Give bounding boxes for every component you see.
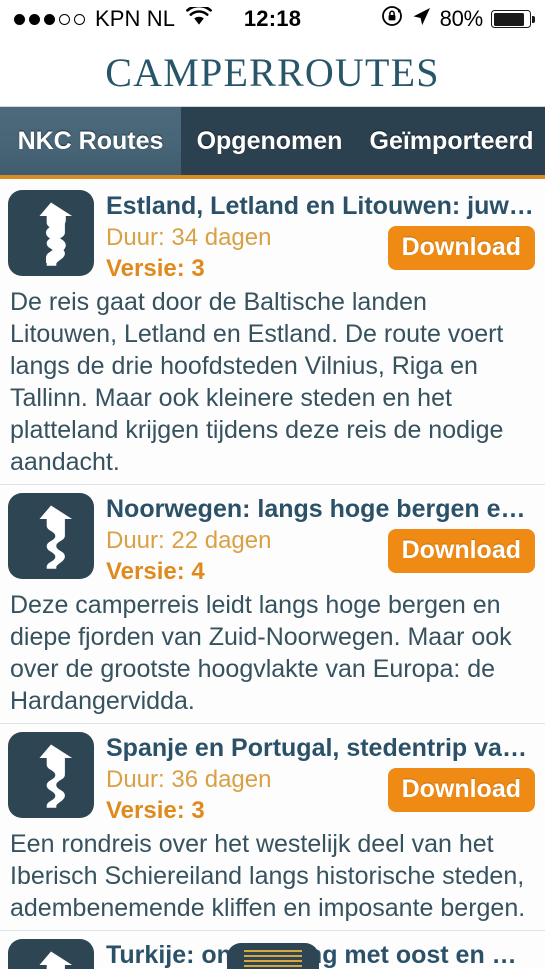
- list-item[interactable]: Noorwegen: langs hoge bergen en… Duur: 2…: [0, 485, 545, 724]
- page-title: CAMPERROUTES: [105, 49, 440, 95]
- battery-icon: [491, 10, 535, 28]
- drawer-handle-icon[interactable]: [226, 943, 319, 969]
- route-info: Turkije: ontmoeting met oost en west Duu…: [106, 939, 537, 969]
- battery-percent-label: 80%: [439, 6, 484, 31]
- download-button[interactable]: Download: [387, 529, 535, 573]
- route-title: Spanje en Portugal, stedentrip van…: [106, 734, 537, 762]
- route-info: Noorwegen: langs hoge bergen en… Duur: 2…: [106, 493, 537, 587]
- route-header: Noorwegen: langs hoge bergen en… Duur: 2…: [8, 493, 537, 587]
- app-header: CAMPERROUTES: [0, 38, 545, 107]
- wifi-icon: [186, 4, 212, 32]
- carrier-label: KPN NL: [95, 6, 176, 31]
- winding-road-arrow-icon: [8, 939, 94, 969]
- download-button[interactable]: Download: [387, 226, 535, 270]
- app-root: KPN NL 12:18 80% CAMPERROUTES NKC Routes…: [0, 0, 545, 969]
- route-title: Noorwegen: langs hoge bergen en…: [106, 495, 537, 523]
- route-list[interactable]: Estland, Letland en Litouwen: juwe… Duur…: [0, 182, 545, 969]
- tab-opgenomen[interactable]: Opgenomen: [181, 107, 358, 175]
- winding-road-arrow-icon: [8, 732, 94, 818]
- route-header: Spanje en Portugal, stedentrip van… Duur…: [8, 732, 537, 826]
- list-item[interactable]: Spanje en Portugal, stedentrip van… Duur…: [0, 724, 545, 931]
- tab-nkc-routes[interactable]: NKC Routes: [0, 107, 181, 175]
- route-description: De reis gaat door de Baltische landen Li…: [10, 288, 504, 476]
- tab-label: Opgenomen: [196, 126, 343, 155]
- route-title: Estland, Letland en Litouwen: juwe…: [106, 192, 537, 220]
- status-bar: KPN NL 12:18 80%: [0, 0, 545, 38]
- rotation-lock-icon: [381, 5, 403, 33]
- tab-bar: NKC Routes Opgenomen Geïmporteerd: [0, 107, 545, 179]
- tab-label: NKC Routes: [17, 126, 164, 155]
- route-info: Estland, Letland en Litouwen: juwe… Duur…: [106, 190, 537, 284]
- route-title: Turkije: ontmoeting met oost en west: [106, 941, 537, 969]
- winding-road-arrow-icon: [8, 493, 94, 579]
- winding-road-arrow-icon: [8, 190, 94, 276]
- tab-label: Geïmporteerd: [369, 126, 534, 155]
- route-description: Een rondreis over het westelijk deel van…: [10, 830, 526, 922]
- location-arrow-icon: [411, 6, 432, 33]
- route-header: Estland, Letland en Litouwen: juwe… Duur…: [8, 190, 537, 284]
- route-description: Deze camperreis leidt langs hoge bergen …: [10, 591, 512, 715]
- tab-geimporteerd[interactable]: Geïmporteerd: [358, 107, 545, 175]
- status-bar-left: KPN NL: [14, 4, 212, 32]
- route-info: Spanje en Portugal, stedentrip van… Duur…: [106, 732, 537, 826]
- list-item[interactable]: Estland, Letland en Litouwen: juwe… Duur…: [0, 182, 545, 485]
- download-button[interactable]: Download: [387, 768, 535, 812]
- signal-strength-icon: [14, 13, 85, 25]
- status-bar-right: 80%: [381, 5, 535, 33]
